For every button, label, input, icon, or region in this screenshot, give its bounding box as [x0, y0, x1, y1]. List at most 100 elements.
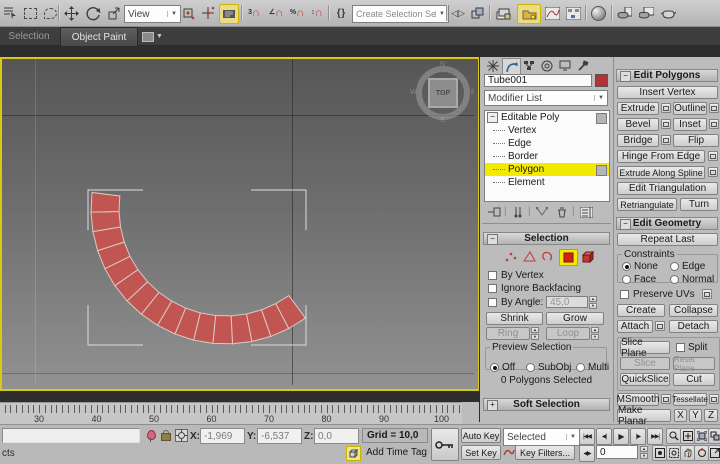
- outline-button[interactable]: Outline: [673, 102, 707, 115]
- inset-button[interactable]: Inset: [673, 118, 707, 131]
- render-production-icon[interactable]: [659, 4, 677, 22]
- play-button[interactable]: ▶: [613, 428, 629, 445]
- slice-plane-button[interactable]: Slice Plane: [620, 341, 670, 354]
- utilities-tab-icon[interactable]: [574, 58, 591, 73]
- configure-modifier-sets-icon[interactable]: [578, 205, 594, 219]
- polygon-mode-icon[interactable]: [559, 249, 578, 266]
- set-key-button[interactable]: Set Key: [461, 445, 501, 460]
- extrude-settings-icon[interactable]: [661, 103, 671, 113]
- mirror-icon[interactable]: ◁▷: [449, 4, 467, 22]
- viewcube-top-face[interactable]: TOP: [428, 78, 458, 108]
- by-angle-spinner[interactable]: ▲▼: [589, 296, 597, 308]
- collapse-button[interactable]: Collapse: [669, 304, 718, 317]
- detach-button[interactable]: Detach: [669, 320, 718, 333]
- zoom-all-icon[interactable]: [680, 428, 695, 444]
- selection-lock-icon[interactable]: [159, 428, 173, 442]
- stack-row-editable-poly[interactable]: −Editable Poly: [485, 111, 609, 124]
- preview-subobj-radio[interactable]: [526, 363, 535, 372]
- ribbon-display-dropdown[interactable]: ▼: [142, 30, 166, 43]
- by-angle-checkbox[interactable]: [488, 298, 497, 307]
- object-color-swatch[interactable]: [595, 74, 608, 87]
- animate-selection-dropdown[interactable]: Selected▼: [503, 428, 580, 446]
- schematic-view-icon[interactable]: [564, 4, 582, 22]
- make-planar-button[interactable]: Make Planar: [617, 409, 671, 422]
- vertex-mode-icon[interactable]: [502, 249, 519, 264]
- tab-object-paint[interactable]: Object Paint: [60, 27, 138, 47]
- ignore-backfacing-checkbox[interactable]: [488, 284, 497, 293]
- element-mode-icon[interactable]: [580, 249, 597, 264]
- soft-selection-rollout-header[interactable]: + Soft Selection: [483, 398, 610, 411]
- loop-spinner[interactable]: ▲▼: [591, 327, 599, 339]
- active-viewport[interactable]: TOP N W E S: [0, 57, 480, 391]
- go-to-end-button[interactable]: ▶▶|: [647, 428, 663, 445]
- preview-multi-radio[interactable]: [576, 363, 585, 372]
- stack-row-polygon[interactable]: Polygon: [485, 163, 609, 176]
- edit-triangulation-button[interactable]: Edit Triangulation: [617, 182, 718, 195]
- zoom-region-icon[interactable]: [666, 445, 681, 461]
- reset-plane-button[interactable]: Reset Plane: [673, 357, 715, 370]
- spinner-snap-icon[interactable]: ↕∩: [308, 4, 326, 22]
- bridge-button[interactable]: Bridge: [617, 134, 659, 147]
- split-checkbox[interactable]: [676, 343, 685, 352]
- selection-rollout-header[interactable]: − Selection: [483, 232, 610, 245]
- hinge-from-edge-button[interactable]: Hinge From Edge: [617, 150, 705, 163]
- tessellate-settings-icon[interactable]: [709, 394, 719, 404]
- quickslice-button[interactable]: QuickSlice: [620, 373, 670, 386]
- stack-row-toggle[interactable]: [596, 113, 607, 124]
- remove-modifier-icon[interactable]: [554, 205, 570, 219]
- hierarchy-tab-icon[interactable]: [520, 58, 537, 73]
- material-editor-icon[interactable]: [589, 4, 607, 22]
- select-and-move-icon[interactable]: [62, 4, 80, 22]
- outline-settings-icon[interactable]: [709, 103, 719, 113]
- pin-stack-icon[interactable]: [486, 205, 502, 219]
- inset-settings-icon[interactable]: [709, 119, 719, 129]
- reference-coordinate-dropdown[interactable]: View▼: [124, 5, 181, 23]
- time-tag-cube-icon[interactable]: [346, 446, 361, 461]
- named-selection-set-dropdown[interactable]: Create Selection Se▼: [352, 5, 449, 23]
- by-angle-field[interactable]: 45,0: [546, 296, 588, 308]
- planar-z-button[interactable]: Z: [704, 409, 718, 422]
- use-pivot-center-icon[interactable]: [179, 4, 197, 22]
- previous-frame-button[interactable]: ◀|: [596, 428, 612, 445]
- viewport-canvas[interactable]: TOP N W E S: [2, 59, 474, 385]
- constraint-edge-radio[interactable]: [670, 262, 679, 271]
- create-tab-icon[interactable]: [484, 58, 501, 73]
- object-name-field[interactable]: Tube001: [484, 74, 592, 87]
- tessellate-button[interactable]: Tessellate: [673, 393, 707, 406]
- planar-y-button[interactable]: Y: [689, 409, 702, 422]
- extrude-along-spline-button[interactable]: Extrude Along Spline: [617, 166, 705, 179]
- bridge-settings-icon[interactable]: [661, 135, 671, 145]
- select-and-manipulate-icon[interactable]: [199, 4, 217, 22]
- stack-collapse-icon[interactable]: −: [487, 112, 498, 123]
- select-and-rotate-icon[interactable]: [84, 4, 102, 22]
- lasso-selection-icon[interactable]: [41, 4, 59, 22]
- modify-tab-icon[interactable]: [502, 58, 521, 74]
- retriangulate-button[interactable]: Retriangulate: [617, 198, 677, 211]
- select-by-name-icon[interactable]: [1, 4, 19, 22]
- angle-snap-icon[interactable]: ∠∩: [267, 4, 285, 22]
- slice-button[interactable]: Slice: [620, 357, 670, 370]
- key-filters-button[interactable]: Key Filters...: [515, 445, 575, 460]
- select-and-scale-icon[interactable]: [105, 4, 123, 22]
- bevel-settings-icon[interactable]: [661, 119, 671, 129]
- repeat-last-button[interactable]: Repeat Last: [617, 233, 718, 246]
- extrude-along-spline-settings-icon[interactable]: [708, 167, 718, 177]
- turn-button[interactable]: Turn: [680, 198, 718, 211]
- show-end-result-icon[interactable]: [510, 205, 526, 219]
- stack-row-edge[interactable]: Edge: [485, 137, 609, 150]
- add-time-tag[interactable]: Add Time Tag: [362, 445, 428, 460]
- create-button[interactable]: Create: [617, 304, 665, 317]
- tube-polygon-segment[interactable]: [91, 193, 120, 213]
- percent-snap-icon[interactable]: %∩: [288, 4, 306, 22]
- preserve-uvs-settings-icon[interactable]: [702, 289, 712, 299]
- ring-button[interactable]: Ring: [486, 327, 530, 340]
- planar-x-button[interactable]: X: [674, 409, 687, 422]
- layer-manager-icon[interactable]: [494, 4, 512, 22]
- stack-row-border[interactable]: Border: [485, 150, 609, 163]
- named-selection-sets-icon[interactable]: { }: [332, 4, 350, 22]
- current-frame-field[interactable]: 0: [596, 445, 638, 459]
- constraint-none-radio[interactable]: [622, 262, 631, 271]
- keyboard-override-icon[interactable]: [219, 4, 239, 24]
- edit-geometry-rollout-header[interactable]: − Edit Geometry: [616, 217, 718, 230]
- cut-button[interactable]: Cut: [673, 373, 715, 386]
